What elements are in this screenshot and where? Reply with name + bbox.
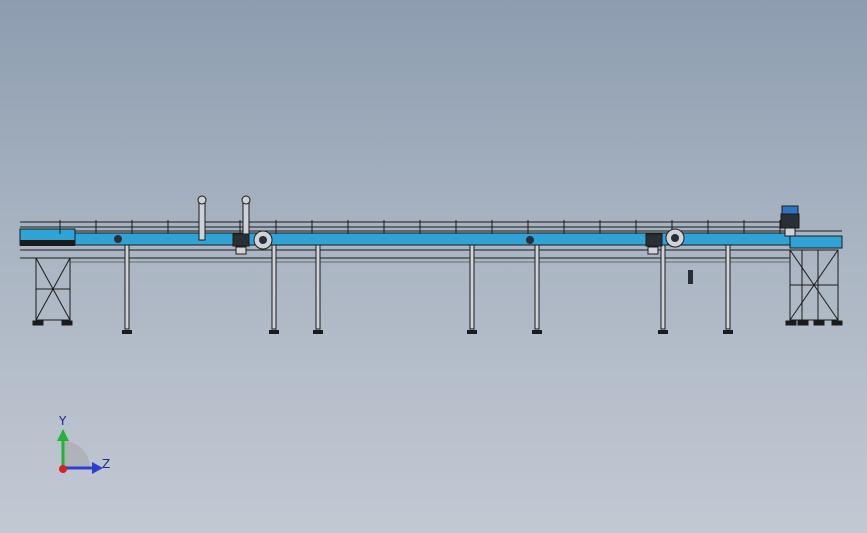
- upright-post-right: [241, 195, 251, 241]
- upright-post-left: [197, 195, 207, 241]
- belt-sensor-2: [526, 236, 534, 244]
- right-end-unit: [789, 235, 843, 249]
- cad-viewport[interactable]: Y Z: [0, 0, 867, 533]
- belt-sensor-1: [114, 235, 122, 243]
- control-box: [688, 270, 693, 284]
- left-braced-frame: [32, 257, 73, 326]
- coordinate-triad-icon: [57, 429, 103, 474]
- conveyor-drawing: [19, 195, 843, 474]
- left-end-frame: [20, 240, 75, 246]
- axis-label-y: Y: [59, 414, 67, 428]
- axis-label-z: Z: [102, 457, 111, 471]
- right-braced-frame: [785, 249, 843, 326]
